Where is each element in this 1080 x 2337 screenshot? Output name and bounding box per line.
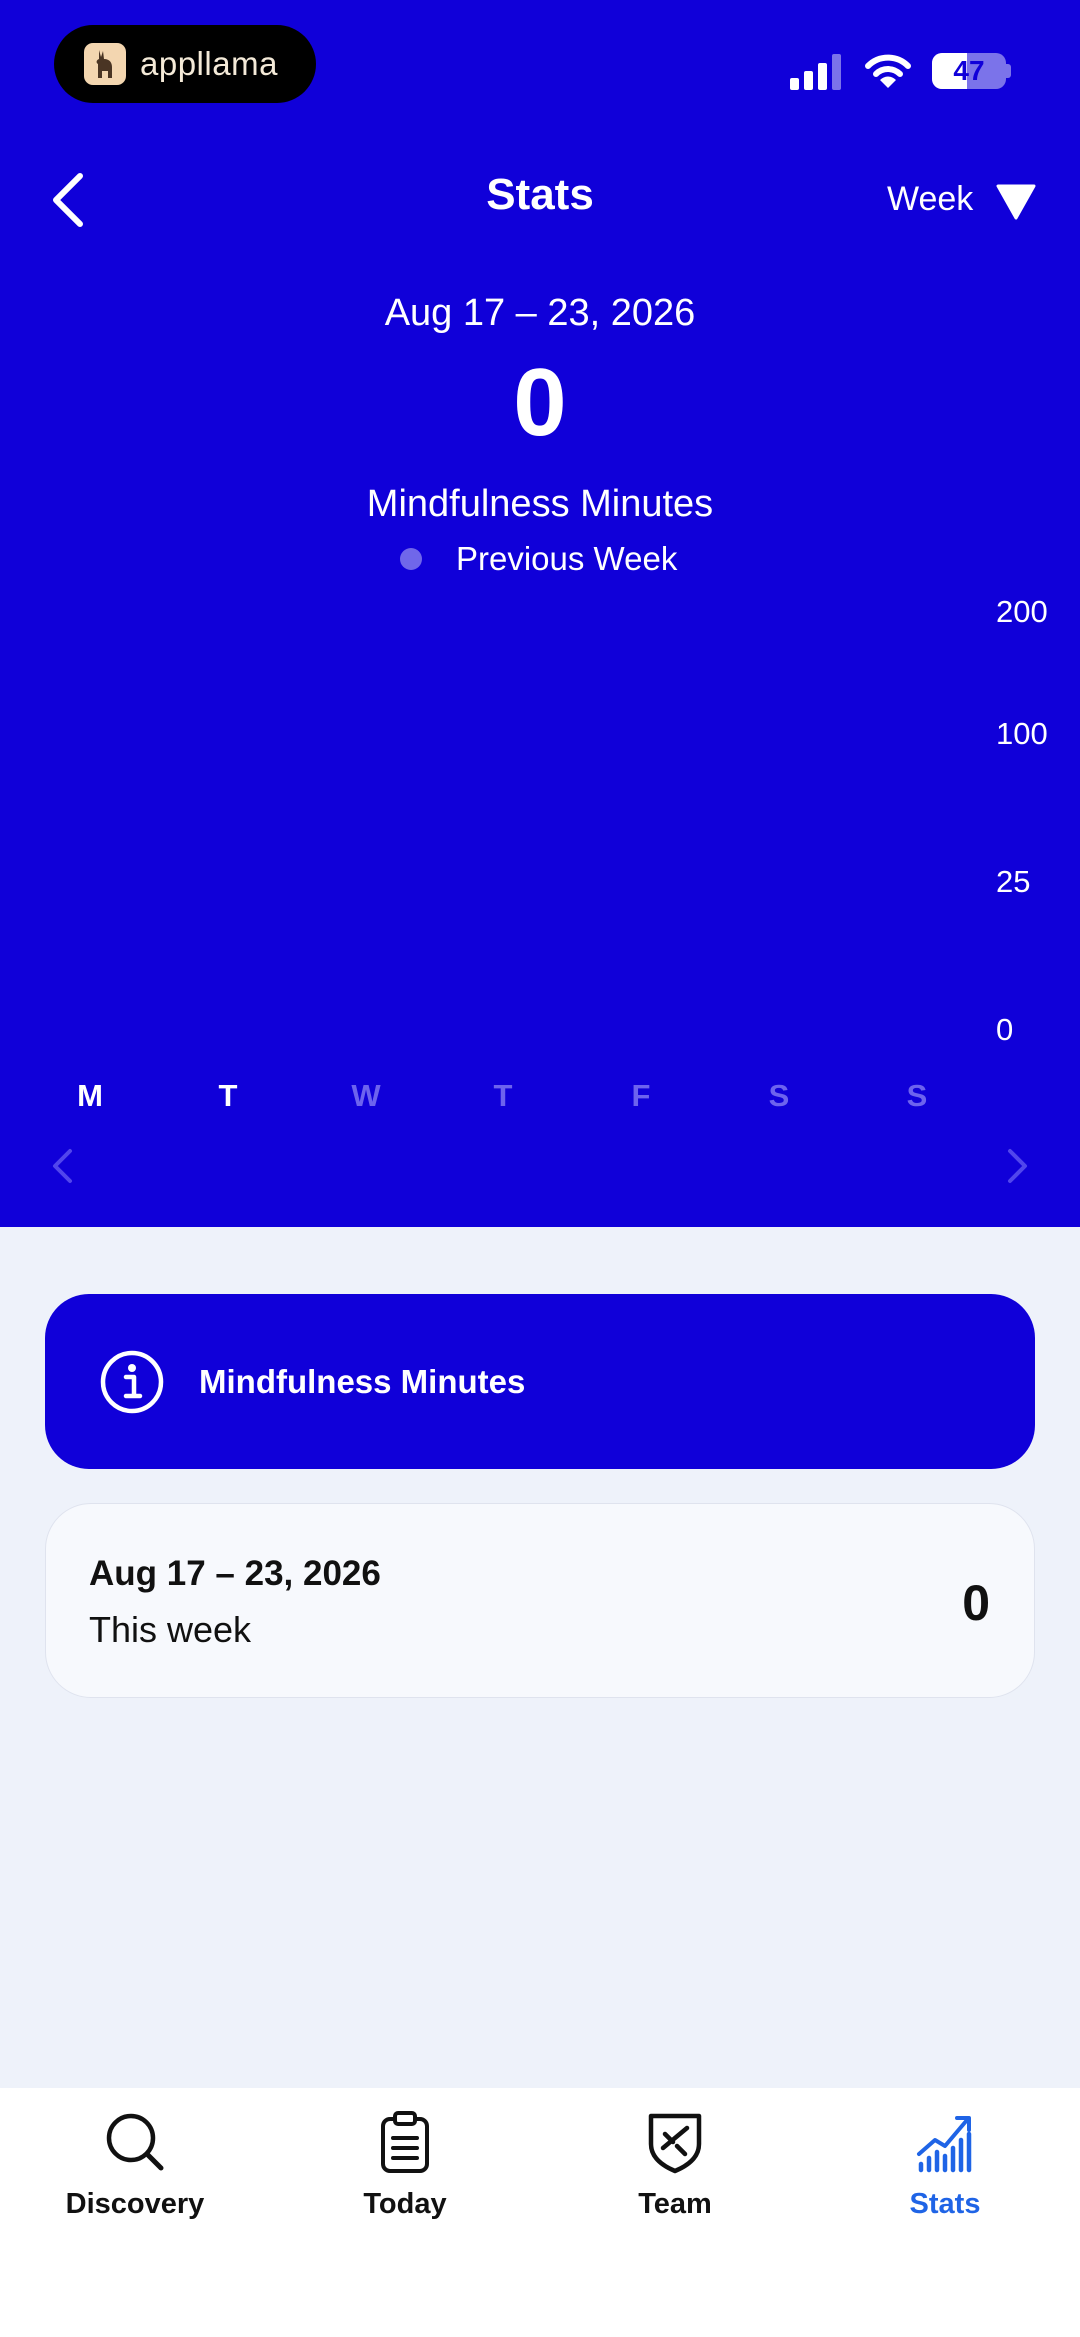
metric-info-card[interactable]: Mindfulness Minutes [45, 1294, 1035, 1469]
cellular-signal-icon [790, 54, 841, 90]
week-summary-card[interactable]: Aug 17 – 23, 2026 This week 0 [45, 1503, 1035, 1698]
battery-icon: 47 [932, 53, 1006, 89]
tab-stats[interactable]: Stats [835, 2088, 1055, 2221]
total-value: 0 [513, 349, 567, 456]
info-icon [100, 1350, 164, 1413]
shield-icon [648, 2113, 702, 2174]
period-selector[interactable]: Week [887, 180, 973, 219]
search-icon [106, 2113, 164, 2171]
day-label: M [77, 1078, 103, 1113]
day-label: S [768, 1078, 790, 1113]
battery-tip [1006, 64, 1011, 78]
y-tick-label: 25 [996, 864, 1031, 899]
y-tick-label: 200 [996, 594, 1048, 629]
summary-date-range: Aug 17 – 23, 2026 [89, 1554, 381, 1593]
day-label: F [631, 1078, 651, 1113]
stats-header: appllama 47 Stats Week Aug 17 – 23, 2026… [0, 0, 1080, 1227]
tab-team[interactable]: Team [565, 2088, 785, 2221]
date-range: Aug 17 – 23, 2026 [384, 292, 696, 334]
info-card-label: Mindfulness Minutes [199, 1362, 526, 1400]
battery-percent: 47 [953, 55, 985, 86]
tab-today[interactable]: Today [295, 2088, 515, 2221]
day-label: S [906, 1078, 928, 1113]
dropdown-triangle-icon[interactable] [996, 184, 1036, 220]
legend-dot [400, 548, 422, 570]
legend-label: Previous Week [456, 540, 678, 577]
chart-legend: Previous Week [400, 540, 677, 578]
next-week-icon[interactable] [1006, 1148, 1030, 1184]
metric-label: Mindfulness Minutes [366, 483, 714, 525]
day-label: W [351, 1078, 381, 1113]
summary-value: 0 [962, 1575, 990, 1631]
y-tick-label: 100 [996, 716, 1048, 751]
day-label: T [218, 1078, 238, 1113]
day-label: T [493, 1078, 513, 1113]
tab-bar: Discovery Today Team Stats [0, 2088, 1080, 2337]
clipboard-icon [381, 2111, 429, 2173]
tab-label: Stats [909, 2188, 981, 2220]
y-tick-label: 0 [996, 1012, 1014, 1047]
chart-icon [917, 2116, 972, 2173]
app-pill-text: appllama [140, 45, 278, 82]
tab-label: Team [638, 2188, 712, 2220]
app-pill: appllama [54, 25, 316, 103]
llama-logo-icon [84, 43, 126, 85]
wifi-icon [865, 54, 911, 88]
tab-discovery[interactable]: Discovery [25, 2088, 245, 2221]
summary-subtitle: This week [89, 1609, 252, 1650]
tab-label: Today [363, 2188, 447, 2220]
previous-week-icon[interactable] [50, 1148, 74, 1184]
tab-label: Discovery [65, 2188, 205, 2220]
